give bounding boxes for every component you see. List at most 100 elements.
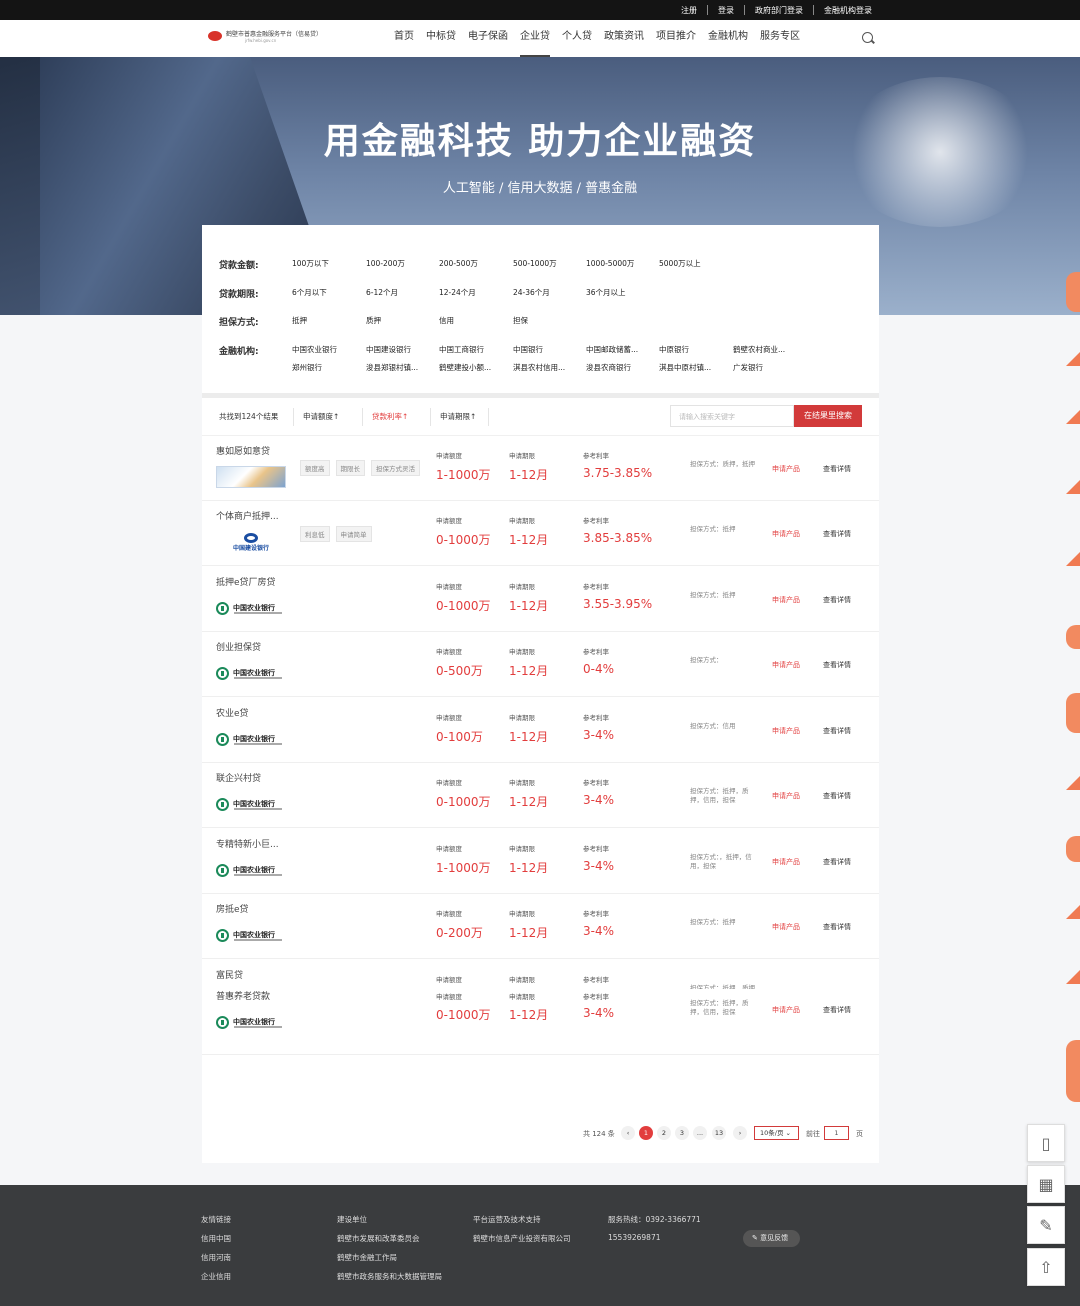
filter-term-option[interactable]: 6-12个月 [366, 287, 398, 298]
sort-rate-button[interactable]: 贷款利率↑ [372, 411, 408, 422]
back-to-top-icon[interactable]: ⇧ [1027, 1248, 1065, 1286]
filter-institution-option[interactable]: 中国农业银行 [292, 344, 337, 355]
filter-guarantee-option[interactable]: 信用 [439, 315, 454, 326]
filter-guarantee-option[interactable]: 担保 [513, 315, 528, 326]
filter-institution-option[interactable]: 淇县中原村镇... [659, 362, 711, 373]
side-tab[interactable] [1066, 352, 1080, 366]
next-page-button[interactable]: › [733, 1126, 747, 1140]
footer-link[interactable]: 信用河南 [201, 1252, 231, 1263]
side-tab[interactable] [1066, 410, 1080, 424]
view-detail-button[interactable]: 查看详情 [823, 857, 851, 867]
product-name[interactable]: 创业担保贷 [216, 640, 261, 653]
product-name[interactable]: 富民贷 [216, 968, 243, 981]
view-detail-button[interactable]: 查看详情 [823, 922, 851, 932]
view-detail-button[interactable]: 查看详情 [823, 1005, 851, 1015]
page-button[interactable]: 13 [712, 1126, 726, 1140]
filter-institution-option[interactable]: 广发银行 [733, 362, 763, 373]
apply-button[interactable]: 申请产品 [772, 595, 800, 605]
side-tab[interactable] [1066, 776, 1080, 790]
gov-login-link[interactable]: 政府部门登录 [755, 5, 803, 16]
view-detail-button[interactable]: 查看详情 [823, 529, 851, 539]
side-tab[interactable] [1066, 1040, 1080, 1102]
sort-amount-button[interactable]: 申请额度↑ [303, 411, 339, 422]
product-name[interactable]: 普惠养老贷款 [216, 989, 270, 1002]
filter-term-option[interactable]: 6个月以下 [292, 287, 327, 298]
nav-item[interactable]: 个人贷 [562, 20, 592, 57]
filter-guarantee-option[interactable]: 抵押 [292, 315, 307, 326]
filter-institution-option[interactable]: 鹤壁农村商业... [733, 344, 785, 355]
nav-item[interactable]: 政策资讯 [604, 20, 644, 57]
site-logo[interactable]: 鹤壁市普惠金融服务平台（信易贷） jrfw.hebi.gov.cn [208, 28, 322, 48]
filter-institution-option[interactable]: 鹤壁建投小额... [439, 362, 491, 373]
page-button[interactable]: ... [693, 1126, 707, 1140]
apply-button[interactable]: 申请产品 [772, 1005, 800, 1015]
side-tab[interactable] [1066, 552, 1080, 566]
nav-item[interactable]: 项目推介 [656, 20, 696, 57]
apply-button[interactable]: 申请产品 [772, 464, 800, 474]
footer-link[interactable]: 鹤壁市政务服务和大数据管理局 [337, 1271, 442, 1282]
filter-amount-option[interactable]: 100万以下 [292, 258, 329, 269]
prev-page-button[interactable]: ‹ [621, 1126, 635, 1140]
nav-item[interactable]: 中标贷 [426, 20, 456, 57]
filter-institution-option[interactable]: 浚县郑银村镇... [366, 362, 418, 373]
fin-login-link[interactable]: 金融机构登录 [824, 5, 872, 16]
product-name[interactable]: 农业e贷 [216, 706, 249, 719]
apply-button[interactable]: 申请产品 [772, 529, 800, 539]
filter-institution-option[interactable]: 淇县农村信用... [513, 362, 565, 373]
footer-link[interactable]: 鹤壁市发展和改革委员会 [337, 1233, 442, 1244]
filter-amount-option[interactable]: 5000万以上 [659, 258, 701, 269]
goto-page-input[interactable]: 1 [824, 1126, 849, 1140]
product-name[interactable]: 专精特新小巨... [216, 837, 279, 850]
nav-item[interactable]: 首页 [394, 20, 414, 57]
view-detail-button[interactable]: 查看详情 [823, 726, 851, 736]
apply-button[interactable]: 申请产品 [772, 857, 800, 867]
side-tab[interactable] [1066, 625, 1080, 649]
filter-term-option[interactable]: 24-36个月 [513, 287, 550, 298]
filter-institution-option[interactable]: 中国邮政储蓄... [586, 344, 638, 355]
footer-link[interactable]: 企业信用 [201, 1271, 231, 1282]
side-tab[interactable] [1066, 970, 1080, 984]
side-tab[interactable] [1066, 272, 1080, 312]
filter-institution-option[interactable]: 郑州银行 [292, 362, 322, 373]
filter-institution-option[interactable]: 中国银行 [513, 344, 543, 355]
filter-amount-option[interactable]: 500-1000万 [513, 258, 557, 269]
view-detail-button[interactable]: 查看详情 [823, 595, 851, 605]
result-search-button[interactable]: 在结果里搜索 [794, 405, 862, 427]
product-name[interactable]: 联企兴村贷 [216, 771, 261, 784]
filter-amount-option[interactable]: 100-200万 [366, 258, 405, 269]
side-tab[interactable] [1066, 693, 1080, 733]
register-link[interactable]: 注册 [681, 5, 697, 16]
apply-button[interactable]: 申请产品 [772, 922, 800, 932]
page-size-select[interactable]: 10条/页 ⌄ [754, 1126, 799, 1140]
nav-item[interactable]: 电子保函 [468, 20, 508, 57]
apply-button[interactable]: 申请产品 [772, 791, 800, 801]
side-tab[interactable] [1066, 905, 1080, 919]
search-icon[interactable] [862, 32, 873, 43]
view-detail-button[interactable]: 查看详情 [823, 660, 851, 670]
filter-term-option[interactable]: 12-24个月 [439, 287, 476, 298]
edit-icon[interactable]: ✎ [1027, 1206, 1065, 1244]
product-name[interactable]: 惠如愿如意贷 [216, 444, 270, 457]
nav-item[interactable]: 服务专区 [760, 20, 800, 57]
page-button[interactable]: 3 [675, 1126, 689, 1140]
login-link[interactable]: 登录 [718, 5, 734, 16]
filter-guarantee-option[interactable]: 质押 [366, 315, 381, 326]
page-button[interactable]: 2 [657, 1126, 671, 1140]
nav-item[interactable]: 金融机构 [708, 20, 748, 57]
mobile-icon[interactable]: ▯ [1027, 1124, 1065, 1162]
filter-institution-option[interactable]: 中国建设银行 [366, 344, 411, 355]
filter-institution-option[interactable]: 中国工商银行 [439, 344, 484, 355]
filter-amount-option[interactable]: 200-500万 [439, 258, 478, 269]
result-search-input[interactable]: 请输入搜索关键字 [670, 405, 794, 427]
product-name[interactable]: 个体商户抵押... [216, 509, 279, 522]
product-name[interactable]: 房抵e贷 [216, 902, 249, 915]
filter-institution-option[interactable]: 中原银行 [659, 344, 689, 355]
feedback-button[interactable]: ✎ 意见反馈 [743, 1230, 800, 1247]
filter-amount-option[interactable]: 1000-5000万 [586, 258, 634, 269]
footer-link[interactable]: 鹤壁市信息产业投资有限公司 [473, 1233, 571, 1244]
filter-institution-option[interactable]: 浚县农商银行 [586, 362, 631, 373]
footer-link[interactable]: 信用中国 [201, 1233, 231, 1244]
page-button[interactable]: 1 [639, 1126, 653, 1140]
sort-term-button[interactable]: 申请期限↑ [440, 411, 476, 422]
side-tab[interactable] [1066, 480, 1080, 494]
